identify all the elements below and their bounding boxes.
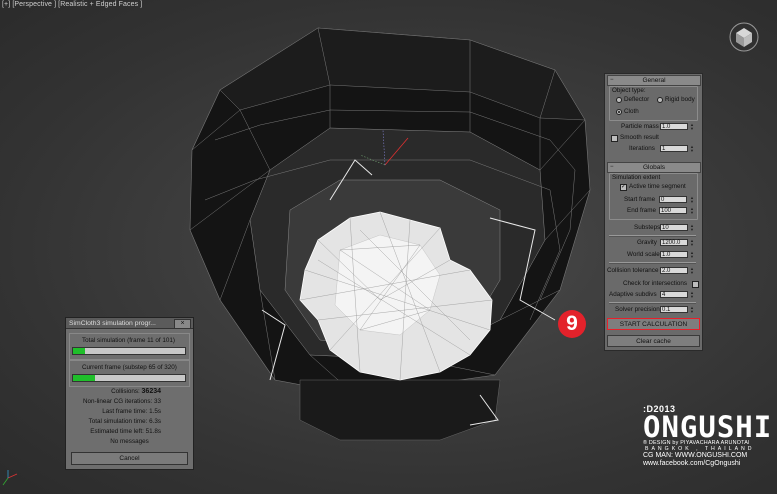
simulation-extent-label: Simulation extent [612,174,661,181]
ongushi-logo: :D2013 ONGUSHI ® DESIGN by PIYAVACHARA A… [643,404,772,468]
total-sim-time-row: Total simulation time: 6.3s [89,418,161,426]
cloth-label: Cloth [624,108,639,115]
total-progress-bar [72,347,186,355]
smooth-result-label: Smooth result [620,134,659,141]
start-frame-spinner[interactable]: ▲ ▼ [690,196,694,204]
world-scale-label: World scale [627,251,660,258]
iterations-field[interactable]: 1 [660,145,688,152]
end-frame-field[interactable]: 100 [659,207,687,214]
cg-iterations-row: Non-linear CG iterations: 33 [83,398,161,406]
logo-facebook: www.facebook.com/CgOngushi [643,460,741,467]
collapse-general-icon[interactable]: − [610,76,614,85]
substeps-spinner[interactable]: ▲ ▼ [690,224,694,232]
world-scale-spinner[interactable]: ▲ ▼ [690,251,694,259]
collapse-globals-icon[interactable]: − [610,163,614,172]
adaptive-subdivs-label: Adaptive subdivs [609,291,657,298]
general-rollout-title: General [642,77,666,84]
collision-tolerance-label: Collision tolerance [607,267,659,274]
current-frame-label: Current frame (substep 65 of 320) [82,364,177,371]
estimated-time-value: 51.8s [145,428,161,435]
axis-tripod-icon [2,470,18,486]
globals-rollout-header[interactable]: − Globals [607,162,701,173]
adaptive-subdivs-spinner[interactable]: ▲ ▼ [690,291,694,299]
total-progress-fill [73,348,86,354]
gravity-field[interactable]: 1200.0 [660,239,688,246]
collisions-row: Collisions: 36234 [111,388,161,396]
simulation-extent-group: Simulation extent ✓ Active time segment … [609,173,698,220]
close-icon[interactable]: × [174,319,191,329]
estimated-time-label: Estimated time left: [90,428,144,435]
particle-mass-spinner[interactable]: ▲ ▼ [690,123,694,131]
step-number-badge: 9 [558,310,586,338]
pot-base [299,379,501,441]
simulation-progress-dialog: SimCloth3 simulation progr... × Total si… [65,317,194,470]
smooth-result-checkbox[interactable] [611,135,618,142]
general-rollout-header[interactable]: − General [607,75,701,86]
world-scale-field[interactable]: 1.0 [660,251,688,258]
collisions-value: 36234 [141,388,161,395]
deflector-radio[interactable] [616,97,622,103]
check-intersections-label: Check for intersections [623,280,688,287]
perspective-viewport[interactable]: [+] [Perspective ] [Realistic + Edged Fa… [0,0,777,494]
solver-precision-field[interactable]: 0.1 [660,306,688,313]
particle-mass-label: Particle mass [621,123,659,130]
rigid-body-radio[interactable] [657,97,663,103]
total-simulation-label: Total simulation (frame 11 of 101) [82,337,175,344]
end-frame-spinner[interactable]: ▲ ▼ [690,207,694,215]
last-frame-time-row: Last frame time: 1.5s [102,408,161,416]
cg-iterations-value: 33 [153,398,161,405]
substeps-field[interactable]: 10 [660,224,688,231]
total-sim-time-label: Total simulation time: [88,418,148,425]
start-frame-field[interactable]: 0 [659,196,687,203]
collision-tolerance-field[interactable]: 2.0 [660,267,688,274]
simcloth-command-panel: − General Object type: Deflector Rigid b… [604,73,703,351]
estimated-time-row: Estimated time left: 51.8s [90,428,161,436]
cg-iterations-label: Non-linear CG iterations: [82,398,153,405]
world-scale-slider[interactable] [609,262,696,264]
logo-name: ONGUSHI [643,410,773,444]
start-calculation-button[interactable]: START CALCULATION [607,318,700,330]
solver-precision-label: Solver precision [615,306,660,313]
current-progress-fill [73,375,96,381]
logo-website: CG MAN: WWW.ONGUSHI.COM [643,452,748,459]
globals-rollout-title: Globals [642,164,666,171]
total-sim-time-value: 6.3s [149,418,161,425]
messages-text: No messages [110,438,149,445]
substeps-slider[interactable] [609,235,696,237]
gravity-spinner[interactable]: ▲ ▼ [690,239,694,247]
adaptive-subdivs-field[interactable]: 4 [660,291,688,298]
active-time-segment-label: Active time segment [629,183,686,190]
collision-tolerance-spinner[interactable]: ▲ ▼ [690,267,694,275]
view-cube-icon [729,22,759,52]
substeps-label: Substeps [634,224,661,231]
adaptive-subdivs-slider[interactable] [609,302,696,304]
collisions-label: Collisions: [111,388,140,395]
last-frame-time-label: Last frame time: [102,408,148,415]
total-simulation-group: Total simulation (frame 11 of 101) [69,333,190,360]
iterations-label: Iterations [629,145,655,152]
start-frame-label: Start frame [624,196,656,203]
cloth-radio[interactable] [616,109,622,115]
active-time-segment-checkbox[interactable]: ✓ [620,184,627,191]
deflector-label: Deflector [624,96,650,103]
current-frame-group: Current frame (substep 65 of 320) [69,360,190,387]
current-progress-bar [72,374,186,382]
last-frame-time-value: 1.5s [149,408,161,415]
cancel-button[interactable]: Cancel [71,452,188,465]
end-frame-label: End frame [627,207,657,214]
particle-mass-field[interactable]: 1.0 [660,123,688,130]
gravity-label: Gravity [637,239,657,246]
iterations-spinner[interactable]: ▲ ▼ [690,145,694,153]
object-type-label: Object type: [612,87,646,94]
solver-precision-spinner[interactable]: ▲ ▼ [690,306,694,314]
rigid-body-label: Rigid body [665,96,695,103]
object-type-group: Object type: Deflector Rigid body Cloth [609,86,698,121]
clear-cache-button[interactable]: Clear cache [607,335,700,347]
check-intersections-checkbox[interactable] [692,281,699,288]
